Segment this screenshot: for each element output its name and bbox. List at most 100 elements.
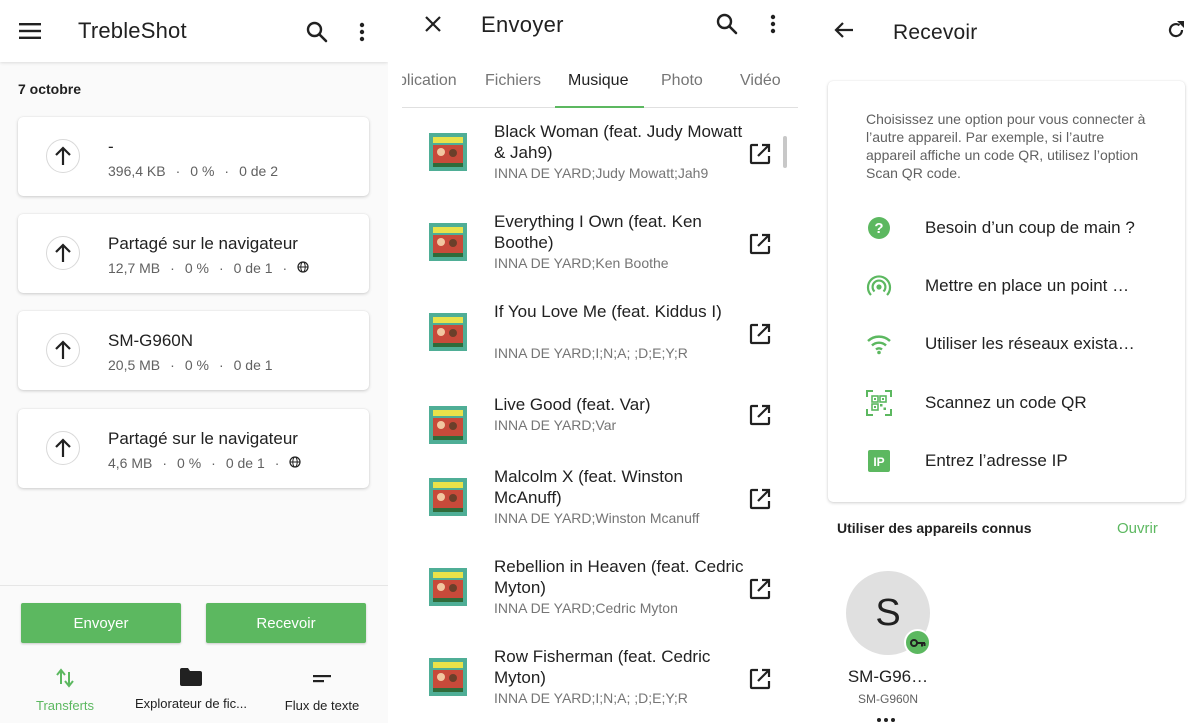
device-model: SM-G960N [857,692,919,706]
receive-screen: Recevoir Choisissez une option pour vous… [812,0,1200,723]
upload-arrow-icon [46,139,80,173]
transfer-title: - [108,137,114,156]
transfer-progress: 0 de 1 [225,455,265,471]
open-in-new-icon[interactable] [749,404,771,431]
song-artist: INNA DE YARD;Cedric Myton [494,600,678,616]
nav-transfers[interactable]: Transferts [0,668,130,713]
transfer-size: 396,4 KB [108,163,166,179]
close-icon[interactable] [421,12,445,36]
album-art [429,478,467,516]
nav-label: Explorateur de fic... [135,696,247,711]
transfer-meta: 396,4 KB · 0 % · 0 de 2 [108,163,279,179]
option-help[interactable]: ? Besoin d’un coup de main ? [828,208,1185,248]
scrollbar-thumb[interactable] [783,136,787,168]
option-ip-address[interactable]: IP Entrez l’adresse IP [828,441,1185,481]
album-art [429,133,467,171]
song-row[interactable]: Black Woman (feat. Judy Mowatt & Jah9) IN… [402,113,798,203]
send-screen: Envoyer plication Fichiers Musique Photo… [402,0,798,723]
transfers-screen: TrebleShot 7 octobre - 396,4 KB · 0 % · 0 … [0,0,388,723]
tab-indicator [555,106,644,108]
album-art [429,406,467,444]
nav-label: Flux de texte [284,698,360,713]
album-art [429,313,467,351]
upload-arrow-icon [46,333,80,367]
svg-text:?: ? [874,220,883,237]
tab-files[interactable]: Fichiers [485,72,541,90]
send-title: Envoyer [481,12,564,37]
song-row[interactable]: Rebellion in Heaven (feat. Cedric Myton)… [402,548,798,638]
open-in-new-icon[interactable] [749,143,771,170]
tab-video[interactable]: Vidéo [740,72,781,90]
more-horiz-icon[interactable] [876,710,896,723]
album-art [429,568,467,606]
song-row[interactable]: If You Love Me (feat. Kiddus I) INNA DE Y… [402,293,798,383]
back-arrow-icon[interactable] [832,19,856,41]
open-in-new-icon[interactable] [749,488,771,515]
album-art [429,223,467,261]
hotspot-icon [864,274,894,298]
transfer-size: 20,5 MB [108,357,161,373]
more-vert-icon[interactable] [763,12,783,36]
search-icon[interactable] [305,20,329,44]
option-label: Entrez l’adresse IP [925,451,1068,470]
device-initial: S [875,591,901,634]
transfer-card[interactable]: Partagé sur le navigateur 12,7 MB · 0 % · … [18,214,369,293]
folder-icon [180,668,202,691]
open-in-new-icon[interactable] [749,578,771,605]
song-artist: INNA DE YARD;I;N;A; ;D;E;Y;R [494,345,688,361]
short-text-icon [313,668,331,693]
upload-arrow-icon [46,431,80,465]
more-vert-icon[interactable] [352,20,372,44]
nav-file-explorer[interactable]: Explorateur de fic... [126,668,256,711]
song-title: Rebellion in Heaven (feat. Cedric Myton) [494,557,744,597]
album-art [429,658,467,696]
song-title: Black Woman (feat. Judy Mowatt & Jah9) [494,122,743,162]
open-in-new-icon[interactable] [749,668,771,695]
option-hotspot[interactable]: Mettre en place un point … [828,266,1185,306]
option-existing-networks[interactable]: Utiliser les réseaux exista… [828,324,1185,364]
transfer-card[interactable]: Partagé sur le navigateur 4,6 MB · 0 % · 0… [18,409,369,488]
transfer-size: 12,7 MB [108,260,161,276]
send-button[interactable]: Envoyer [21,603,181,643]
option-scan-qr[interactable]: Scannez un code QR [828,383,1185,423]
known-devices-open-link[interactable]: Ouvrir [1117,520,1158,537]
transfer-title: SM-G960N [108,331,194,350]
ip-icon: IP [864,449,894,473]
app-title: TrebleShot [78,18,187,43]
tab-application[interactable]: plication [402,72,457,90]
transfer-percent: 0 % [184,357,209,373]
song-title: Malcolm X (feat. Winston McAnuff) [494,467,683,507]
song-title: Live Good (feat. Var) [494,395,651,414]
transfer-title: Partagé sur le navigateur [108,234,298,253]
key-icon [904,629,931,656]
song-title: Everything I Own (feat. Ken Boothe) [494,212,702,252]
song-artist: INNA DE YARD;I;N;A; ;D;E;Y;R [494,690,688,706]
option-label: Besoin d’un coup de main ? [925,218,1135,237]
song-title: If You Love Me (feat. Kiddus I) [494,302,722,321]
help-icon: ? [864,216,894,240]
transfer-title: Partagé sur le navigateur [108,429,298,448]
open-in-new-icon[interactable] [749,323,771,350]
transfer-card[interactable]: - 396,4 KB · 0 % · 0 de 2 [18,117,369,196]
qr-scan-icon [864,390,894,416]
nav-label: Transferts [35,698,95,713]
transfer-meta: 12,7 MB · 0 % · 0 de 1 · [108,260,309,276]
transfer-card[interactable]: SM-G960N 20,5 MB · 0 % · 0 de 1 [18,311,369,390]
song-row[interactable]: Everything I Own (feat. Ken Boothe) INNA … [402,203,798,293]
menu-icon[interactable] [16,19,44,43]
receive-title: Recevoir [893,21,978,44]
transfer-progress: 0 de 2 [239,163,279,179]
receive-button[interactable]: Recevoir [206,603,366,643]
search-icon[interactable] [715,12,739,36]
tab-music[interactable]: Musique [568,72,628,90]
nav-text-stream[interactable]: Flux de texte [257,668,387,713]
song-title: Row Fisherman (feat. Cedric Myton) [494,647,711,687]
tab-photo[interactable]: Photo [661,72,703,90]
connection-options-card: Choisissez une option pour vous connecte… [828,81,1185,502]
open-in-new-icon[interactable] [749,233,771,260]
transfer-meta: 20,5 MB · 0 % · 0 de 1 [108,357,273,373]
transfer-percent: 0 % [190,163,215,179]
song-row[interactable]: Row Fisherman (feat. Cedric Myton) INNA D… [402,638,798,723]
refresh-icon[interactable] [1165,19,1187,41]
song-row[interactable]: Malcolm X (feat. Winston McAnuff) INNA DE… [402,458,798,548]
